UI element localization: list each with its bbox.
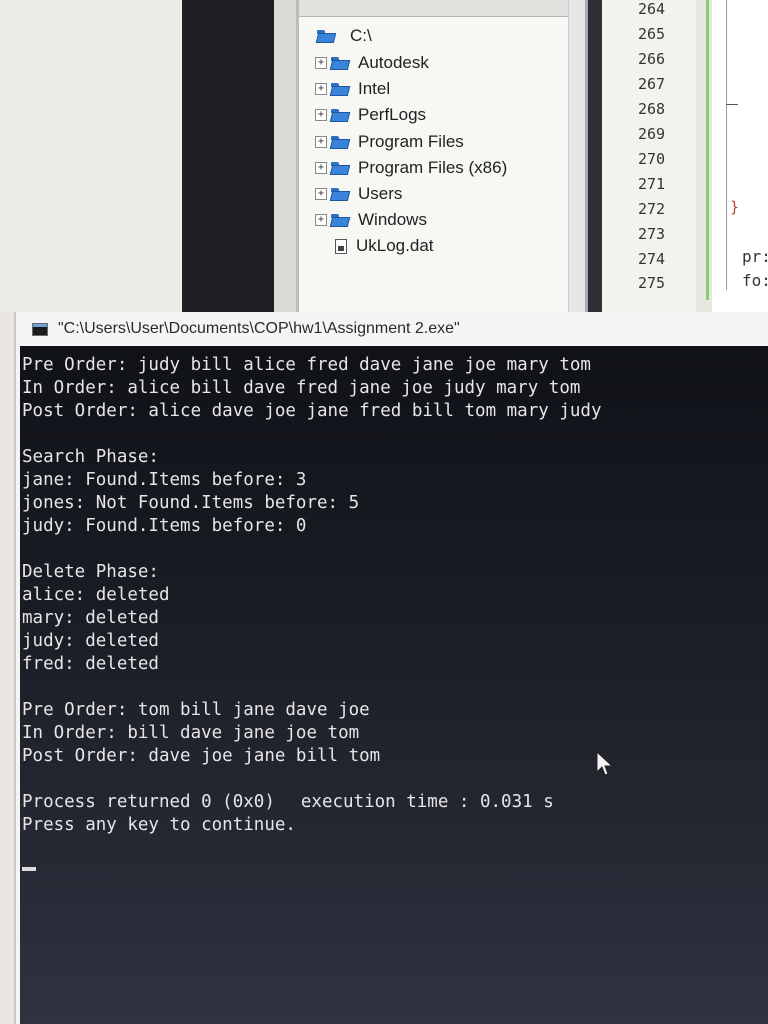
- output-line: In Order: bill dave jane joe tom: [22, 723, 360, 743]
- folder-icon: [331, 135, 351, 149]
- output-line: Delete Phase:: [22, 562, 159, 582]
- output-line: Pre Order: judy bill alice fred dave jan…: [22, 355, 591, 375]
- line-number: 270: [638, 150, 666, 168]
- file-browser-panel: C:\ + Autodesk + Intel + PerfLogs + Prog…: [296, 0, 588, 312]
- output-line: Post Order: dave joe jane bill tom: [22, 746, 381, 766]
- output-line: jane: Found.Items before: 3: [22, 470, 307, 490]
- execution-time: execution time : 0.031 s: [300, 792, 554, 812]
- line-number: 265: [638, 25, 666, 43]
- expand-plus-icon[interactable]: +: [315, 57, 327, 70]
- mouse-pointer-icon: [596, 751, 614, 776]
- line-number: 269: [638, 125, 666, 143]
- tree-item-program-files-x86[interactable]: + Program Files (x86): [315, 155, 507, 181]
- expand-plus-icon[interactable]: +: [315, 188, 327, 201]
- tree-item-perflogs[interactable]: + PerfLogs: [315, 102, 507, 128]
- tree-item-autodesk[interactable]: + Autodesk: [315, 50, 507, 76]
- output-line: Post Order: alice dave joe jane fred bil…: [22, 401, 602, 421]
- expand-plus-icon[interactable]: +: [315, 135, 327, 148]
- output-line: judy: Found.Items before: 0: [22, 516, 307, 536]
- expand-plus-icon[interactable]: +: [315, 109, 327, 122]
- tree-list: + Autodesk + Intel + PerfLogs + Program …: [315, 50, 507, 260]
- folder-icon: [331, 187, 351, 201]
- code-fragment: pr:: [742, 247, 768, 266]
- console-title: "C:\Users\User\Documents\COP\hw1\Assignm…: [58, 320, 460, 337]
- file-browser-header: [299, 0, 585, 17]
- console-app-icon: [32, 322, 48, 336]
- change-marker-bar: [706, 0, 709, 300]
- line-number: 271: [638, 175, 666, 193]
- code-brace: }: [730, 198, 740, 216]
- folder-icon: [317, 29, 337, 43]
- tree-root-item[interactable]: C:\: [317, 26, 372, 46]
- panel-divider: [274, 0, 296, 312]
- code-fragment: fo:: [742, 271, 768, 290]
- line-number: 268: [638, 100, 666, 118]
- file-browser-scrollbar[interactable]: [568, 0, 585, 312]
- line-number: 273: [638, 225, 666, 243]
- tree-item-label: Program Files: [358, 131, 464, 151]
- line-number: 274: [638, 250, 666, 268]
- tree-item-uklog[interactable]: UkLog.dat: [315, 233, 507, 259]
- tree-item-label: Autodesk: [358, 53, 429, 73]
- tree-item-windows[interactable]: + Windows: [315, 207, 507, 233]
- line-number: 275: [638, 274, 666, 292]
- tree-item-label: PerfLogs: [358, 105, 427, 125]
- process-status-line: Process returned 0 (0x0) execution time …: [22, 791, 768, 814]
- console-output[interactable]: Pre Order: judy bill alice fred dave jan…: [20, 346, 768, 1024]
- expand-plus-icon[interactable]: +: [315, 83, 327, 96]
- tree-item-intel[interactable]: + Intel: [315, 76, 507, 102]
- file-icon: [335, 238, 347, 254]
- output-line: In Order: alice bill dave fred jane joe …: [22, 378, 581, 398]
- line-number-gutter: 264 265 266 267 268 269 270 271 272 273 …: [602, 0, 696, 312]
- expand-plus-icon[interactable]: +: [315, 161, 327, 174]
- output-line: Pre Order: tom bill jane dave joe: [22, 700, 370, 720]
- background-editor-area: [0, 0, 182, 312]
- folder-icon: [331, 108, 351, 122]
- tree-item-label: Intel: [358, 79, 391, 99]
- output-line: mary: deleted: [22, 608, 159, 628]
- folder-icon: [331, 56, 351, 70]
- output-line: alice: deleted: [22, 585, 170, 605]
- tree-item-label: Users: [358, 184, 403, 204]
- expand-plus-icon[interactable]: +: [315, 214, 327, 227]
- process-returned: Process returned 0 (0x0): [22, 792, 275, 812]
- tree-item-label: Windows: [358, 210, 427, 230]
- output-line: Search Phase:: [22, 447, 159, 467]
- tree-item-users[interactable]: + Users: [315, 181, 507, 207]
- text-cursor: [22, 867, 36, 871]
- tree-item-label: Program Files (x86): [358, 157, 508, 177]
- line-number: 272: [638, 200, 666, 218]
- dark-panel: [182, 0, 274, 312]
- tree-item-program-files[interactable]: + Program Files: [315, 129, 507, 155]
- folder-icon: [331, 82, 351, 96]
- press-key-prompt: Press any key to continue.: [22, 815, 296, 835]
- line-number: 267: [638, 75, 666, 93]
- tree-item-label: UkLog.dat: [356, 236, 434, 256]
- tree-root-label: C:\: [350, 26, 372, 45]
- console-window[interactable]: "C:\Users\User\Documents\COP\hw1\Assignm…: [14, 312, 768, 1024]
- output-line: judy: deleted: [22, 631, 159, 651]
- fold-guide: [726, 0, 727, 290]
- editor-gutter: [588, 0, 602, 312]
- folder-icon: [331, 161, 351, 175]
- fold-marker: [726, 104, 738, 105]
- line-number: 264: [638, 0, 666, 18]
- output-line: jones: Not Found.Items before: 5: [22, 493, 360, 513]
- line-number: 266: [638, 50, 666, 68]
- folder-icon: [331, 213, 351, 227]
- console-titlebar[interactable]: "C:\Users\User\Documents\COP\hw1\Assignm…: [16, 312, 768, 346]
- output-line: fred: deleted: [22, 654, 159, 674]
